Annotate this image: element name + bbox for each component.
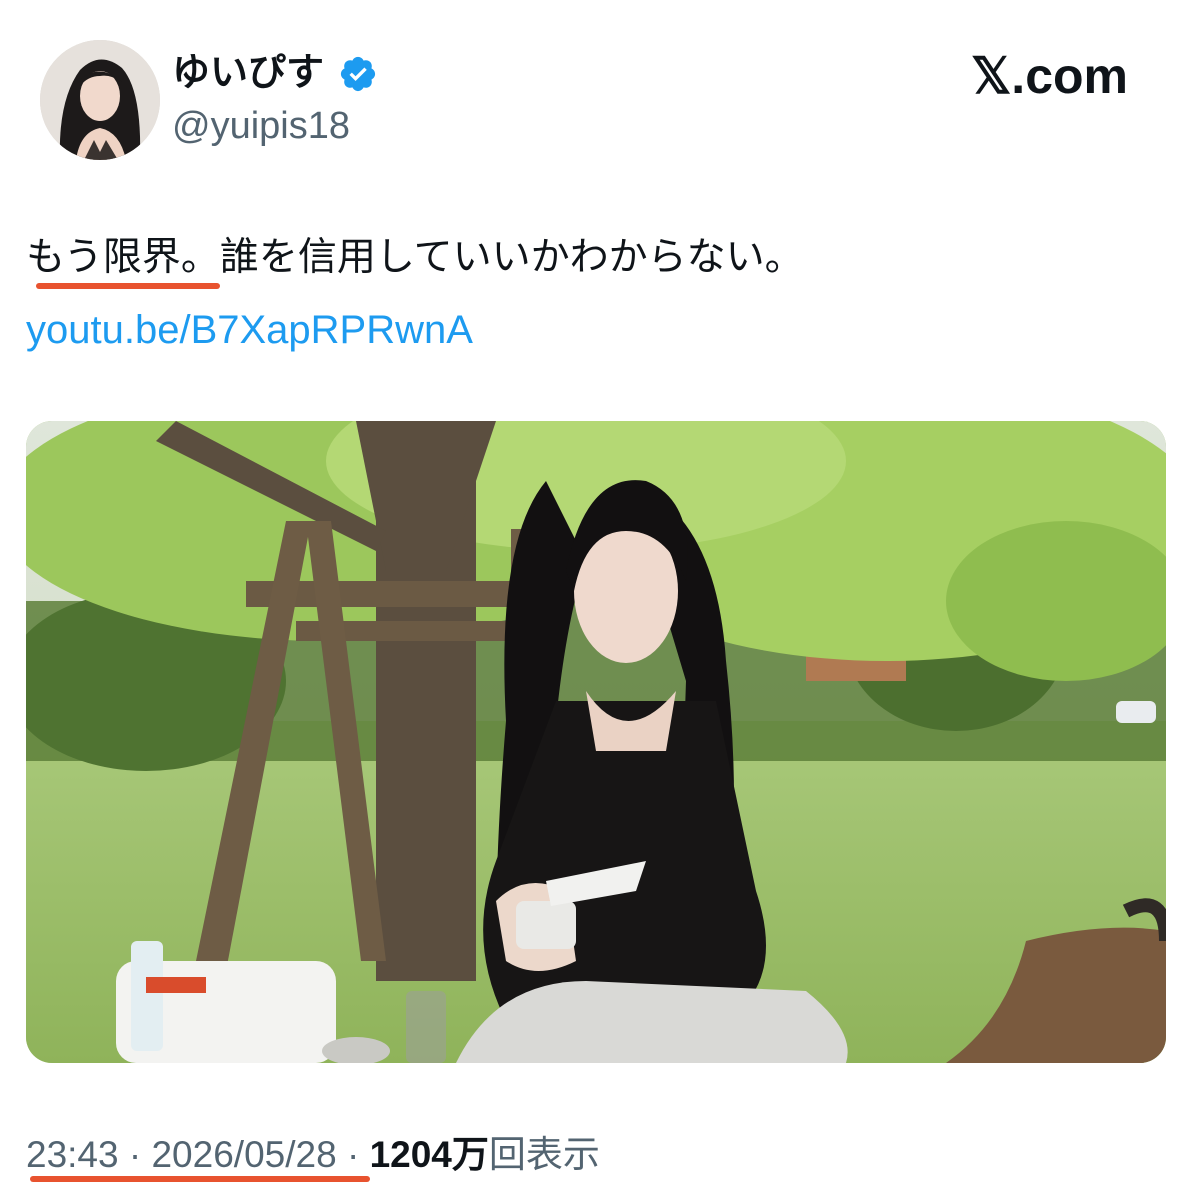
verified-badge-icon — [340, 56, 376, 92]
tweet-link[interactable]: youtu.be/B7XapRPRwnA — [26, 306, 473, 354]
views-count: 1204 — [369, 1134, 452, 1175]
tweet-date[interactable]: 2026/05/28 — [151, 1134, 336, 1175]
meta-separator: · — [118, 1134, 152, 1175]
views-label: 回表示 — [488, 1133, 600, 1176]
highlight-underline-text — [36, 283, 220, 289]
meta-separator: · — [336, 1134, 370, 1175]
display-name[interactable]: ゆいぴす — [172, 48, 324, 96]
views-unit: 万 — [451, 1133, 489, 1176]
avatar-image — [40, 40, 160, 160]
tweet-text: もう限界。誰を信用していいかわからない。 — [26, 235, 804, 280]
tweet-meta: 23:43 · 2026/05/28 · 1204万回表示 — [26, 1132, 600, 1178]
x-com-logo: 𝕏.com — [971, 48, 1128, 104]
park-photo — [26, 421, 1166, 1063]
avatar[interactable] — [40, 40, 160, 160]
tweet-media-image[interactable] — [26, 421, 1166, 1063]
user-handle[interactable]: @yuipis18 — [172, 104, 350, 148]
tweet-time[interactable]: 23:43 — [26, 1134, 119, 1175]
highlight-underline-date — [30, 1176, 370, 1182]
